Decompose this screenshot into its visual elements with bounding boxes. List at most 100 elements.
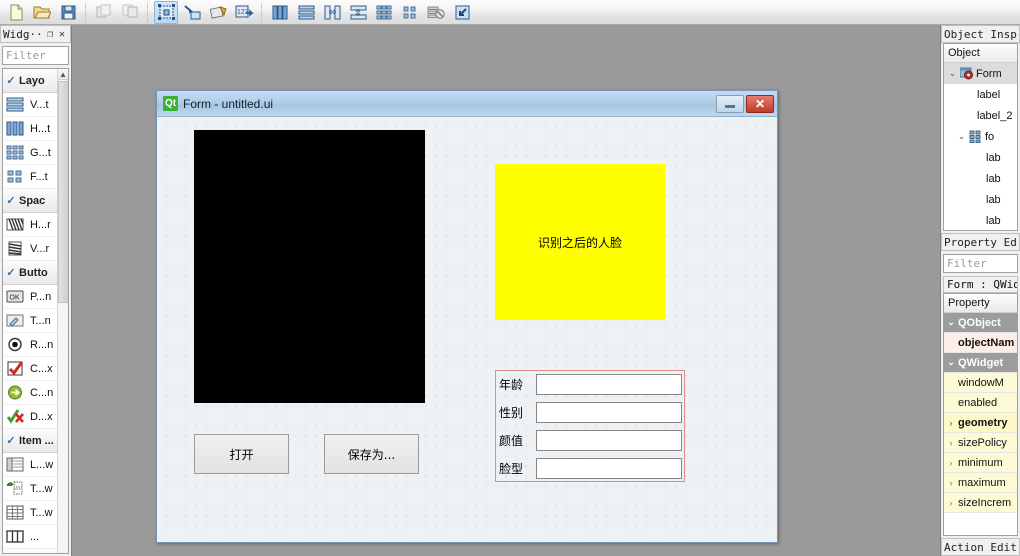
property-row[interactable]: › geometry	[944, 413, 1017, 433]
field-label[interactable]: 性别	[498, 404, 534, 421]
object-tree-row[interactable]: ⌄ Form	[944, 63, 1017, 84]
object-inspector-tree[interactable]: Object ⌄Formlabellabel_2⌄folablablablabl…	[943, 43, 1018, 231]
form-canvas[interactable]: 识别之后的人脸 打开 保存为... 年龄性别颜值脸型	[157, 117, 777, 542]
new-form-icon[interactable]	[4, 1, 28, 24]
scroll-up-icon[interactable]: ▲	[58, 69, 68, 80]
form-layout-container[interactable]: 年龄 性别 颜值 脸型	[495, 370, 685, 482]
property-name-label: enabled	[958, 396, 998, 409]
property-row[interactable]: objectNam	[944, 333, 1017, 353]
right-dock: Object Inspe Object ⌄ Form label label_2 ⌄ fo…	[940, 25, 1020, 556]
form-layout-icon	[968, 130, 982, 144]
object-tree-row[interactable]: ⌄ fo	[944, 126, 1017, 147]
widget-box-dock: Widg·· ❐ ✕ Filter ✓Layo^V...tH...tG...tF…	[0, 25, 72, 556]
group-expanded-icon: ✓	[6, 267, 16, 279]
property-row[interactable]: › maximum	[944, 473, 1017, 493]
object-tree-row[interactable]: lab	[944, 189, 1017, 210]
widget-box-item-label: V...t	[30, 98, 49, 111]
edit-widgets-icon[interactable]	[154, 0, 178, 24]
property-row[interactable]: › minimum	[944, 453, 1017, 473]
layout-vertical-splitter-icon[interactable]	[346, 1, 370, 24]
close-icon[interactable]: ✕	[56, 29, 68, 40]
qt-logo-icon: Qt	[163, 96, 178, 111]
widget-box-item-label: ...	[30, 530, 40, 543]
action-editor-title: Action Edito	[944, 540, 1017, 554]
property-row[interactable]: ⌄ QWidget	[944, 353, 1017, 373]
expand-arrow-icon[interactable]: ⌄	[946, 68, 959, 79]
column-view-icon	[4, 528, 26, 546]
layout-form-icon[interactable]	[398, 1, 422, 24]
expand-arrow-icon[interactable]: ›	[944, 418, 958, 428]
object-name-label: Form	[976, 67, 1002, 80]
field-input[interactable]	[536, 373, 682, 395]
property-row[interactable]: windowM	[944, 373, 1017, 393]
object-tree-row[interactable]: lab	[944, 210, 1017, 230]
property-name-label: minimum	[958, 456, 1003, 469]
close-button[interactable]: ✕	[746, 94, 774, 113]
edit-tab-order-icon[interactable]: 123	[232, 1, 256, 24]
property-row[interactable]: › sizeIncrem	[944, 493, 1017, 513]
layout-vertically-icon[interactable]	[294, 1, 318, 24]
edit-signals-slots-icon[interactable]	[180, 1, 204, 24]
property-editor: Filter Form : QWidg Property ⌄QObjectobj…	[943, 251, 1018, 536]
layout-horizontally-icon[interactable]	[268, 1, 292, 24]
expand-arrow-icon[interactable]: ›	[944, 458, 958, 468]
widget-box-scrollbar[interactable]: ▲	[57, 69, 68, 553]
object-name-label: lab	[986, 214, 1001, 227]
widget-box-item-label: P...n	[30, 290, 52, 303]
undo-icon[interactable]	[92, 1, 116, 24]
property-row[interactable]: ⌄ QObject	[944, 313, 1017, 333]
toolbar-separator	[147, 2, 149, 22]
widget-box-filter-input[interactable]: Filter	[2, 46, 69, 65]
form-window[interactable]: Qt Form - untitled.ui ✕ 识别之后的人脸 打开 保存为..…	[156, 90, 778, 543]
object-inspector-titlebar: Object Inspe	[941, 25, 1020, 43]
expand-arrow-icon[interactable]: ⌄	[944, 317, 958, 328]
property-row[interactable]: enabled	[944, 393, 1017, 413]
group-expanded-icon: ✓	[6, 195, 16, 207]
qt-designer-window: 123 Widg·· ❐ ✕ Filter ✓ Layo V...t H...t…	[0, 0, 1020, 556]
field-input[interactable]	[536, 429, 682, 451]
camera-preview-label[interactable]	[194, 130, 425, 403]
object-name-label: lab	[986, 172, 1001, 185]
layout-grid-icon[interactable]	[372, 1, 396, 24]
field-label[interactable]: 脸型	[498, 460, 534, 477]
expand-arrow-icon[interactable]: ›	[944, 478, 958, 488]
field-label[interactable]: 年龄	[498, 376, 534, 393]
property-name-label: sizePolicy	[958, 436, 1007, 449]
redo-icon[interactable]	[118, 1, 142, 24]
widget-box-item-label: H...t	[30, 122, 51, 135]
design-workspace[interactable]: Qt Form - untitled.ui ✕ 识别之后的人脸 打开 保存为..…	[73, 25, 939, 556]
object-name-label: label_2	[977, 109, 1013, 122]
object-tree-row[interactable]: label	[944, 84, 1017, 105]
expand-arrow-icon[interactable]: ›	[944, 498, 958, 508]
float-icon[interactable]: ❐	[44, 29, 56, 40]
scrollbar-thumb[interactable]	[58, 81, 68, 303]
object-tree-row[interactable]: lab	[944, 168, 1017, 189]
expand-arrow-icon[interactable]: ⌄	[955, 131, 968, 142]
save-form-icon[interactable]	[56, 1, 80, 24]
property-list[interactable]: Property ⌄ QObject objectNam ⌄ QWidget window…	[943, 293, 1018, 536]
field-input[interactable]	[536, 457, 682, 479]
field-input[interactable]	[536, 401, 682, 423]
edit-buddies-icon[interactable]	[206, 1, 230, 24]
form-layout-icon	[4, 168, 26, 186]
property-row[interactable]: › sizePolicy	[944, 433, 1017, 453]
layout-horizontal-splitter-icon[interactable]	[320, 1, 344, 24]
horizontal-spacer-icon	[4, 216, 26, 234]
object-tree-row[interactable]: lab	[944, 147, 1017, 168]
recognized-face-label[interactable]: 识别之后的人脸	[495, 164, 665, 320]
open-button[interactable]: 打开	[194, 434, 289, 474]
break-layout-icon[interactable]	[424, 1, 448, 24]
expand-arrow-icon[interactable]: ›	[944, 438, 958, 448]
expand-arrow-icon[interactable]: ⌄	[944, 357, 958, 368]
object-name-label: lab	[986, 151, 1001, 164]
save-as-button[interactable]: 保存为...	[324, 434, 419, 474]
object-tree-row[interactable]: label_2	[944, 105, 1017, 126]
minimize-button[interactable]	[716, 94, 744, 113]
field-label[interactable]: 颜值	[498, 432, 534, 449]
check-box-icon	[4, 360, 26, 378]
form-titlebar[interactable]: Qt Form - untitled.ui ✕	[157, 91, 777, 117]
open-form-icon[interactable]	[30, 1, 54, 24]
adjust-size-icon[interactable]	[450, 1, 474, 24]
widget-box-item-label: V...r	[30, 242, 50, 255]
property-filter-input[interactable]: Filter	[943, 254, 1018, 273]
